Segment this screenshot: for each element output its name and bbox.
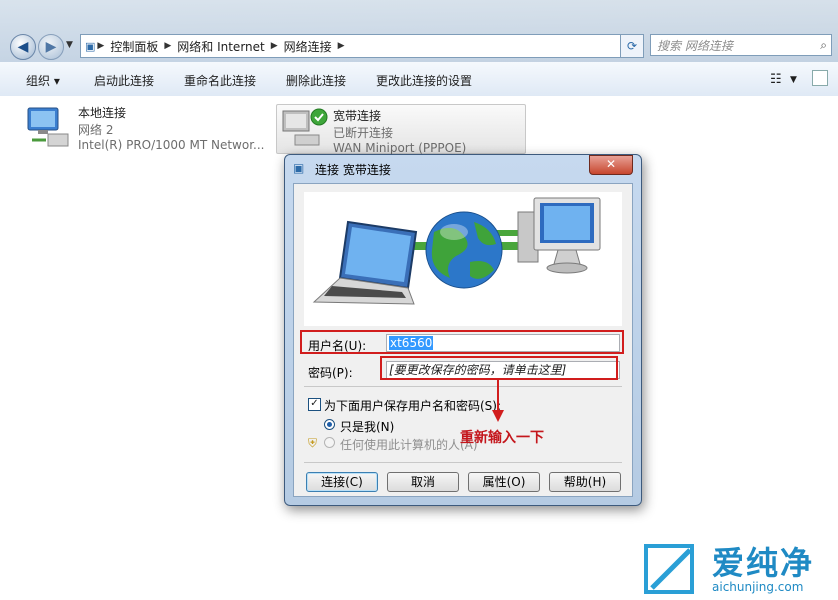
rename-connection-button[interactable]: 重命名此连接 <box>184 72 256 89</box>
network-illustration-icon <box>312 197 601 305</box>
preview-pane-icon[interactable] <box>812 70 828 86</box>
cancel-button[interactable]: 取消 <box>387 472 459 492</box>
connection-device: Intel(R) PRO/1000 MT Networ... <box>78 138 265 152</box>
control-panel-icon: ▣ <box>85 39 96 53</box>
connect-button[interactable]: 连接(C) <box>306 472 378 492</box>
delete-connection-button[interactable]: 删除此连接 <box>286 72 346 89</box>
annotation-text: 重新输入一下 <box>460 430 544 446</box>
uac-shield-icon: ⛨ <box>308 436 318 450</box>
watermark: 爱纯净 aichunjing.com <box>630 536 838 600</box>
connection-status: 已断开连接 <box>333 126 394 140</box>
forward-icon[interactable]: ▶ <box>38 34 64 60</box>
view-options-icon[interactable]: ☷ <box>770 72 782 87</box>
radio-only-me[interactable] <box>324 419 335 430</box>
refresh-icon[interactable]: ⟳ <box>620 34 644 58</box>
connection-device: WAN Miniport (PPPOE) <box>333 141 467 155</box>
help-button[interactable]: 帮助(H) <box>549 472 621 492</box>
view-dropdown-icon[interactable]: ▼ <box>790 75 797 85</box>
watermark-logo-icon <box>644 544 694 594</box>
change-settings-button[interactable]: 更改此连接的设置 <box>376 72 472 89</box>
properties-button[interactable]: 属性(O) <box>468 472 540 492</box>
breadcrumb-control-panel[interactable]: 控制面板 <box>110 38 158 55</box>
dialog-body: 用户名(U): xt6560 密码(P): [要更改保存的密码，请单击这里] ✓… <box>293 183 633 497</box>
dialog-title: 连接 宽带连接 <box>315 163 391 177</box>
connect-dialog: ▣ 连接 宽带连接 ✕ 用户名(U): xt6560 密码(P): [要更改保存… <box>284 154 642 506</box>
address-bar[interactable]: ▣ ▶ 控制面板 ▶ 网络和 Internet ▶ 网络连接 ▶ ▼ <box>80 34 642 58</box>
organize-button[interactable]: 组织 ▾ <box>26 72 60 89</box>
username-highlight-box <box>300 330 624 354</box>
connection-item-local[interactable]: 本地连接 网络 2 Intel(R) PRO/1000 MT Networ... <box>24 104 265 152</box>
start-connection-button[interactable]: 启动此连接 <box>94 72 154 89</box>
back-icon[interactable]: ◀ <box>10 34 36 60</box>
connection-name: 本地连接 <box>78 106 127 120</box>
connection-name: 宽带连接 <box>333 109 382 123</box>
divider <box>304 386 622 387</box>
annotation-arrow-icon <box>492 380 504 422</box>
command-toolbar: 组织 ▾ 启动此连接 重命名此连接 删除此连接 更改此连接的设置 ☷ ▼ <box>0 62 838 97</box>
search-input[interactable]: 搜索 网络连接 ⌕ <box>650 34 832 56</box>
recent-pages-chevron-icon[interactable]: ▼ <box>66 40 73 50</box>
connection-network: 网络 2 <box>78 123 114 137</box>
watermark-url: aichunjing.com <box>712 580 804 594</box>
password-highlight-box <box>380 356 618 380</box>
dialog-network-icon: ▣ <box>293 161 305 175</box>
watermark-brand: 爱纯净 <box>712 544 815 582</box>
divider <box>304 462 622 463</box>
radio-anyone-label: 任何使用此计算机的人(A) <box>340 438 478 452</box>
radio-only-me-label: 只是我(N) <box>340 420 395 434</box>
breadcrumb-network-connections[interactable]: 网络连接 <box>284 38 332 55</box>
breadcrumb-network-internet[interactable]: 网络和 Internet <box>177 38 264 55</box>
search-placeholder: 搜索 网络连接 <box>657 38 733 53</box>
password-label: 密码(P): <box>308 366 353 380</box>
broadband-connection-icon <box>282 108 328 146</box>
close-button[interactable]: ✕ <box>589 155 633 175</box>
save-credentials-label: 为下面用户保存用户名和密码(S): <box>324 399 502 413</box>
search-icon: ⌕ <box>820 37 827 52</box>
connection-item-broadband[interactable]: 宽带连接 已断开连接 WAN Miniport (PPPOE) <box>276 104 526 155</box>
radio-anyone[interactable] <box>324 437 335 448</box>
network-adapter-icon <box>27 107 69 147</box>
connection-banner-image <box>304 192 622 326</box>
save-credentials-checkbox[interactable]: ✓ <box>308 398 321 411</box>
